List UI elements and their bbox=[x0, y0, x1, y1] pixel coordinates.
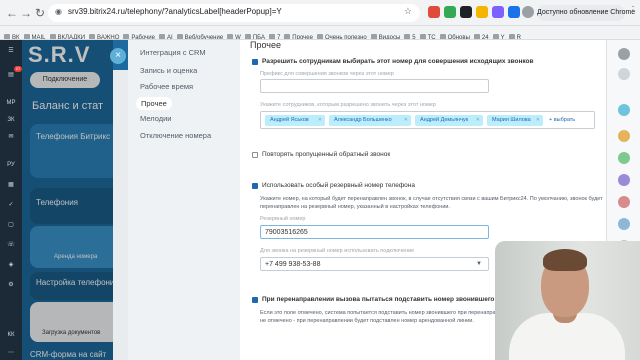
extension-icon[interactable] bbox=[492, 6, 504, 18]
bookmark-item[interactable]: 24 bbox=[474, 31, 489, 39]
reload-icon[interactable]: ↻ bbox=[32, 5, 48, 21]
extension-icon[interactable] bbox=[508, 6, 520, 18]
backup-number-hint: Резервный номер bbox=[260, 216, 306, 222]
rail-item-mp[interactable]: MP bbox=[4, 98, 18, 108]
nav-disable-number[interactable]: Отключение номера bbox=[140, 131, 211, 140]
nav-work-time[interactable]: Рабочее время bbox=[140, 82, 193, 91]
bookmark-item[interactable]: Видосы bbox=[371, 31, 401, 39]
drive-icon[interactable]: ▢ bbox=[4, 220, 18, 230]
remove-tag-icon[interactable]: ✕ bbox=[404, 115, 408, 126]
tasks-icon[interactable]: ✓ bbox=[4, 200, 18, 210]
bookmark-item[interactable]: ПБА bbox=[245, 31, 265, 39]
url-text: srv39.bitrix24.ru/telephony/?analyticsLa… bbox=[68, 7, 282, 16]
contact-avatar[interactable] bbox=[618, 152, 630, 164]
extension-icon[interactable] bbox=[428, 6, 440, 18]
close-slider-button[interactable]: × bbox=[110, 48, 126, 64]
bookmark-item[interactable]: AI bbox=[159, 31, 173, 39]
rail-item-ru[interactable]: РУ bbox=[4, 160, 18, 170]
user-tag[interactable]: Андрей Демьянчук ✕ bbox=[415, 115, 483, 126]
repeat-callback-checkbox[interactable] bbox=[252, 152, 258, 158]
chevron-down-icon: ▼ bbox=[476, 261, 482, 267]
phone-icon[interactable]: ☏ bbox=[4, 240, 18, 250]
add-user-link[interactable]: + выбрать bbox=[549, 115, 575, 126]
rail-item-zk[interactable]: ЗК bbox=[4, 115, 18, 125]
bookmark-item[interactable]: Рабочие bbox=[123, 31, 155, 39]
backup-number-checkbox[interactable] bbox=[252, 183, 258, 189]
bookmark-item[interactable]: ВКЛАДКИ bbox=[50, 31, 86, 39]
extension-icon[interactable] bbox=[476, 6, 488, 18]
contact-avatar[interactable] bbox=[618, 196, 630, 208]
bookmark-item[interactable]: MAIL bbox=[24, 31, 46, 39]
prefix-input[interactable] bbox=[260, 79, 489, 93]
bookmark-item[interactable]: ВК bbox=[4, 31, 20, 39]
bookmark-item[interactable]: Очень полезно bbox=[317, 31, 367, 39]
backup-number-label: Использовать особый резервный номер теле… bbox=[262, 182, 415, 189]
bookmarks-bar: ВК MAIL ВКЛАДКИ ВАЖНО Рабочие AI Веб/обучение W… bbox=[0, 26, 640, 40]
remove-tag-icon[interactable]: ✕ bbox=[318, 115, 322, 126]
remove-tag-icon[interactable]: ✕ bbox=[536, 115, 540, 126]
substitute-caller-label: При перенаправлении вызова пытаться подс… bbox=[262, 296, 495, 303]
repeat-callback-label: Повторять пропущенный обратный звонок bbox=[262, 151, 391, 158]
site-info-icon[interactable]: ◉ bbox=[55, 7, 62, 16]
section-title: Прочее bbox=[250, 40, 281, 50]
outgoing-choice-label: Разрешить сотрудникам выбирать этот номе… bbox=[262, 58, 534, 65]
outgoing-choice-checkbox[interactable] bbox=[252, 59, 258, 65]
bookmark-item[interactable]: ВАЖНО bbox=[89, 31, 119, 39]
bookmark-item[interactable]: Обновы bbox=[440, 31, 470, 39]
bitrix-left-rail: ☰ 27 ▤ MP ЗК ✉ РУ ▦ ✓ ▢ ☏ ◈ ⚙ КК ⋯ bbox=[0, 40, 22, 360]
extension-icon[interactable] bbox=[444, 6, 456, 18]
users-hint: Укажите сотрудников, которым разрешено з… bbox=[260, 102, 436, 108]
substitute-caller-checkbox[interactable] bbox=[252, 297, 258, 303]
nav-melodies[interactable]: Мелодии bbox=[140, 114, 171, 123]
chrome-update-button[interactable]: Доступно обновление Chrome bbox=[537, 5, 635, 21]
extension-icon[interactable] bbox=[460, 6, 472, 18]
contact-avatar[interactable] bbox=[618, 174, 630, 186]
bookmark-star-icon[interactable]: ☆ bbox=[404, 6, 412, 17]
rail-item-kk[interactable]: КК bbox=[4, 330, 18, 340]
more-icon[interactable]: ⋯ bbox=[4, 348, 18, 358]
user-tag[interactable]: Мария Шилова ✕ bbox=[487, 115, 543, 126]
backup-number-description: Укажите номер, на который будет перенапр… bbox=[260, 196, 603, 210]
bookmark-item[interactable]: Прочее bbox=[284, 31, 313, 39]
browser-toolbar: ← → ↻ ◉ srv39.bitrix24.ru/telephony/?ana… bbox=[0, 0, 640, 26]
user-tag[interactable]: Александр Большенко ✕ bbox=[329, 115, 411, 126]
webcam-overlay bbox=[495, 241, 640, 360]
help-icon[interactable] bbox=[618, 68, 630, 80]
bookmark-item[interactable]: R bbox=[509, 31, 521, 39]
browser-menu-icon[interactable]: ⋮ bbox=[628, 5, 638, 16]
nav-crm-integration[interactable]: Интеграция с CRM bbox=[140, 48, 206, 57]
settings-icon[interactable]: ⚙ bbox=[4, 280, 18, 290]
slider-left-strip bbox=[113, 70, 128, 360]
bookmark-item[interactable]: W bbox=[227, 31, 241, 39]
bookmark-item[interactable]: Веб/обучение bbox=[177, 31, 223, 39]
crm-icon[interactable]: ◈ bbox=[4, 260, 18, 270]
settings-nav: Интеграция с CRM Запись и оценка Рабочее… bbox=[128, 40, 236, 360]
contact-avatar[interactable] bbox=[618, 218, 630, 230]
contact-avatar[interactable] bbox=[618, 130, 630, 142]
overlay-shade bbox=[22, 40, 113, 360]
bookmark-item[interactable]: 7 bbox=[269, 31, 280, 39]
bookmark-item[interactable]: 5 bbox=[404, 31, 415, 39]
user-tag[interactable]: Андрей Яськов ✕ bbox=[265, 115, 325, 126]
remove-tag-icon[interactable]: ✕ bbox=[476, 115, 480, 126]
search-icon[interactable] bbox=[618, 48, 630, 60]
feed-icon[interactable]: ▤ bbox=[4, 70, 18, 80]
chat-icon[interactable]: ✉ bbox=[4, 132, 18, 142]
prefix-hint: Префикс для совершения звонков через это… bbox=[260, 71, 394, 77]
nav-other[interactable]: Прочее bbox=[136, 97, 172, 110]
calendar-icon[interactable]: ▦ bbox=[4, 180, 18, 190]
nav-recording[interactable]: Запись и оценка bbox=[140, 66, 197, 75]
allowed-users-field[interactable]: Андрей Яськов ✕ Александр Большенко ✕ Андр… bbox=[260, 111, 595, 129]
backup-number-input[interactable]: 79003516265 bbox=[260, 225, 489, 239]
chat-icon[interactable] bbox=[618, 104, 630, 116]
address-bar[interactable]: ◉ srv39.bitrix24.ru/telephony/?analytics… bbox=[48, 4, 420, 22]
menu-icon[interactable]: ☰ bbox=[4, 46, 18, 56]
bookmark-item[interactable]: Y bbox=[493, 31, 505, 39]
profile-avatar[interactable] bbox=[522, 6, 534, 18]
backup-line-select[interactable]: +7 499 938-53-88 ▼ bbox=[260, 257, 489, 271]
backup-via-hint: Для звонка на резервный номер использова… bbox=[260, 248, 415, 254]
bookmark-item[interactable]: TC bbox=[420, 31, 436, 39]
